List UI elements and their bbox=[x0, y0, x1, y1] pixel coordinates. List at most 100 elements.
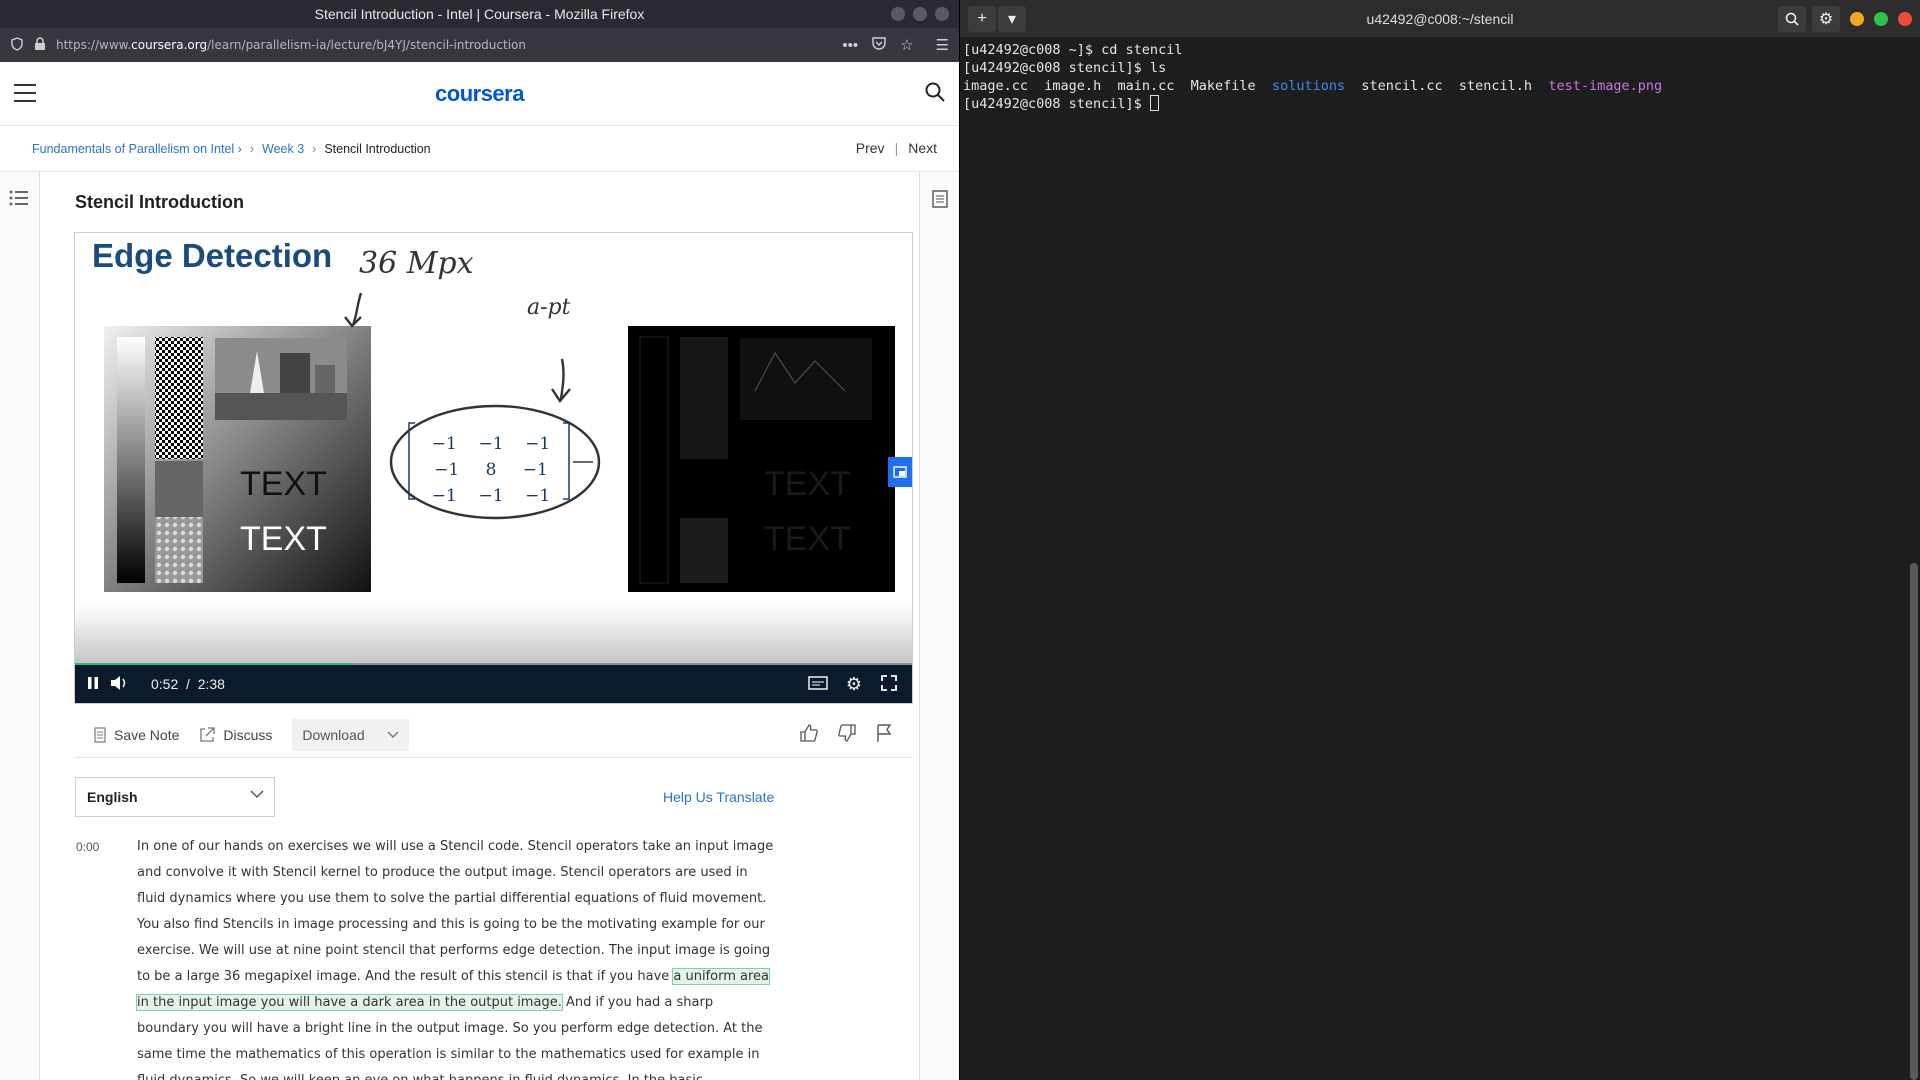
breadcrumb-course[interactable]: Fundamentals of Parallelism on Intel › bbox=[32, 142, 242, 156]
kernel-cell: −1 bbox=[522, 460, 548, 480]
video-time: 0:52 / 2:38 bbox=[151, 676, 225, 692]
terminal-output[interactable]: [u42492@c008 ~]$ cd stencil [u42492@c008 … bbox=[960, 37, 1920, 117]
url-text[interactable]: https://www.coursera.org/learn/paralleli… bbox=[56, 38, 828, 52]
main-content: Stencil Introduction Edge Detection 36 M… bbox=[40, 172, 919, 1080]
thumbs-up-icon[interactable] bbox=[799, 723, 819, 746]
kernel-cell: −1 bbox=[478, 434, 504, 454]
coursera-logo[interactable]: coursera bbox=[435, 81, 524, 107]
thumbs-down-icon[interactable] bbox=[837, 723, 857, 746]
pocket-icon[interactable] bbox=[872, 36, 886, 54]
kernel-cell: −1 bbox=[478, 486, 504, 506]
menu-icon[interactable]: ☰ bbox=[936, 36, 949, 54]
ls-entry: stencil.h bbox=[1458, 78, 1533, 94]
shield-icon[interactable] bbox=[10, 36, 24, 54]
chevron-down-icon bbox=[387, 731, 399, 738]
input-image bbox=[104, 326, 371, 592]
external-link-icon bbox=[200, 726, 216, 742]
left-rail bbox=[0, 172, 40, 1080]
lecture-actions: Save Note Discuss Download bbox=[74, 712, 913, 758]
download-label: Download bbox=[302, 726, 365, 743]
maximize-button[interactable] bbox=[913, 7, 927, 21]
terminal-search-icon[interactable] bbox=[1778, 6, 1806, 32]
tab-menu-button[interactable]: ▾ bbox=[998, 6, 1026, 32]
terminal-line: [u42492@c008 ~]$ cd stencil bbox=[963, 42, 1183, 58]
terminal-cursor bbox=[1149, 95, 1159, 111]
output-text-b: TEXT bbox=[764, 520, 851, 558]
transcript-timestamp[interactable]: 0:00 bbox=[76, 840, 99, 854]
kernel-cell: 8 bbox=[485, 460, 497, 480]
transcript-text[interactable]: In one of our hands on exercises we will… bbox=[135, 834, 777, 1080]
terminal-prompt: [u42492@c008 stencil]$ bbox=[963, 96, 1150, 112]
ls-entry: solutions bbox=[1271, 78, 1346, 94]
captions-icon[interactable] bbox=[808, 675, 828, 693]
popout-button[interactable] bbox=[888, 457, 912, 487]
output-image bbox=[628, 326, 895, 592]
lesson-nav: Prev | Next bbox=[855, 140, 937, 156]
hamburger-menu-icon[interactable] bbox=[14, 84, 36, 108]
flag-icon[interactable] bbox=[875, 723, 893, 746]
download-dropdown[interactable]: Download bbox=[292, 718, 409, 751]
coursera-header: coursera bbox=[0, 62, 959, 126]
lock-icon[interactable] bbox=[34, 36, 46, 54]
kernel-cell: −1 bbox=[434, 460, 460, 480]
breadcrumb: Fundamentals of Parallelism on Intel › ›… bbox=[0, 126, 959, 172]
terminal-line: [u42492@c008 stencil]$ ls bbox=[963, 60, 1167, 76]
annotation-size: 36 Mpx bbox=[359, 246, 474, 281]
current-time: 0:52 bbox=[151, 676, 179, 692]
chevron-right-icon: › bbox=[312, 141, 317, 156]
next-link[interactable]: Next bbox=[908, 140, 937, 156]
close-button[interactable] bbox=[935, 7, 949, 21]
outline-list-icon[interactable] bbox=[9, 190, 29, 211]
image-text-b: TEXT bbox=[240, 520, 327, 558]
minimize-button[interactable] bbox=[891, 7, 905, 21]
language-select[interactable]: English bbox=[75, 777, 275, 817]
terminal-titlebar: + ▾ u42492@c008:~/stencil ⚙ bbox=[960, 0, 1920, 37]
lecture-title: Stencil Introduction bbox=[75, 192, 244, 212]
close-button[interactable] bbox=[1898, 12, 1912, 26]
save-note-label: Save Note bbox=[114, 726, 180, 743]
pause-icon[interactable] bbox=[85, 675, 101, 694]
kernel-cell: −1 bbox=[525, 486, 551, 506]
terminal-settings-gear-icon[interactable]: ⚙ bbox=[1812, 6, 1840, 32]
kernel-cell: −1 bbox=[525, 434, 551, 454]
video-player[interactable]: Edge Detection 36 Mpx a-pt −1 −1 −1 −1 8… bbox=[74, 232, 913, 704]
note-icon bbox=[94, 726, 106, 743]
terminal-prompt-line: [u42492@c008 stencil]$ bbox=[963, 95, 1917, 113]
help-translate-link[interactable]: Help Us Translate bbox=[663, 789, 774, 805]
url-path: /learn/parallelism-ia/lecture/bJ4YJ/sten… bbox=[207, 38, 526, 52]
new-tab-button[interactable]: + bbox=[968, 6, 996, 32]
page-actions-icon[interactable]: ••• bbox=[842, 37, 858, 54]
discuss-button[interactable]: Discuss bbox=[199, 727, 272, 743]
terminal-scrollbar[interactable] bbox=[1910, 563, 1918, 1080]
bookmark-star-icon[interactable]: ☆ bbox=[900, 36, 913, 54]
terminal-title: u42492@c008:~/stencil bbox=[1366, 10, 1514, 27]
transcript-segment: In one of our hands on exercises we will… bbox=[137, 839, 774, 984]
fullscreen-icon[interactable] bbox=[880, 674, 898, 695]
firefox-titlebar: Stencil Introduction - Intel | Coursera … bbox=[0, 0, 959, 28]
settings-gear-icon[interactable]: ⚙ bbox=[846, 674, 862, 695]
ls-entry: stencil.cc bbox=[1361, 78, 1443, 94]
ls-entry: main.cc bbox=[1117, 78, 1175, 94]
prev-link[interactable]: Prev bbox=[856, 140, 885, 156]
url-bar[interactable]: https://www.coursera.org/learn/paralleli… bbox=[0, 28, 959, 62]
volume-icon[interactable] bbox=[109, 675, 129, 694]
ls-entry: image.cc bbox=[963, 78, 1029, 94]
video-controls: 0:52 / 2:38 ⚙ bbox=[75, 665, 912, 703]
ls-entry: Makefile bbox=[1190, 78, 1256, 94]
language-value: English bbox=[87, 789, 138, 805]
total-time: 2:38 bbox=[197, 676, 225, 692]
notes-panel-icon[interactable] bbox=[932, 190, 948, 213]
terminal-window: + ▾ u42492@c008:~/stencil ⚙ [u42492@c008… bbox=[959, 0, 1920, 1080]
save-note-button[interactable]: Save Note bbox=[94, 727, 179, 743]
chevron-down-icon bbox=[250, 790, 264, 799]
chevron-right-icon: › bbox=[249, 141, 254, 156]
breadcrumb-week[interactable]: Week 3 bbox=[262, 142, 304, 156]
search-icon[interactable] bbox=[925, 82, 945, 107]
url-domain: coursera.org bbox=[131, 38, 208, 52]
firefox-window: Stencil Introduction - Intel | Coursera … bbox=[0, 0, 959, 1080]
minimize-button[interactable] bbox=[1850, 12, 1864, 26]
window-title: Stencil Introduction - Intel | Coursera … bbox=[314, 6, 645, 22]
annotation-op: a-pt bbox=[527, 295, 571, 320]
kernel-cell: −1 bbox=[431, 486, 457, 506]
maximize-button[interactable] bbox=[1874, 12, 1888, 26]
